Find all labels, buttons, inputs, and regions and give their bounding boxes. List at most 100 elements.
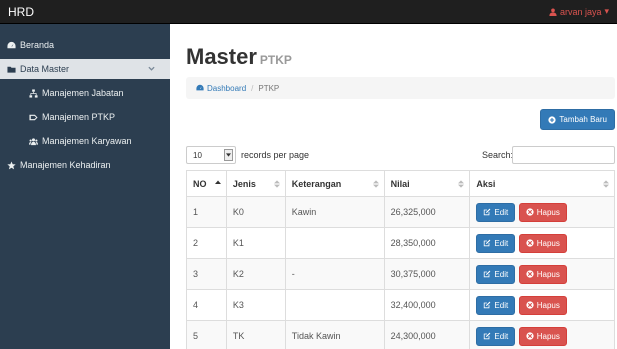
- cell-keterangan: Tidak Kawin: [284, 320, 385, 349]
- tag-icon: [28, 112, 38, 122]
- table-row: 3 K2 - 30,375,000 Edit Hapus: [186, 258, 615, 290]
- user-menu[interactable]: arvan jaya ▾: [549, 6, 609, 17]
- column-header-jenis[interactable]: Jenis: [225, 170, 286, 197]
- edit-button[interactable]: Edit: [476, 264, 516, 284]
- cell-jenis: K1: [225, 227, 286, 259]
- chevron-down-icon: [148, 64, 156, 72]
- cell-jenis: K3: [225, 289, 286, 321]
- cell-no: 2: [186, 227, 227, 259]
- edit-icon: [484, 301, 491, 309]
- breadcrumb: Dashboard / PTKP: [186, 77, 615, 99]
- cell-no: 4: [186, 289, 227, 321]
- delete-button[interactable]: Hapus: [518, 264, 567, 284]
- edit-button[interactable]: Edit: [476, 326, 516, 346]
- column-header-nilai[interactable]: Nilai: [383, 170, 471, 197]
- breadcrumb-home-link[interactable]: Dashboard: [196, 84, 246, 93]
- page-subtitle: PTKP: [259, 53, 292, 67]
- delete-button[interactable]: Hapus: [518, 326, 567, 346]
- cell-no: 1: [186, 196, 227, 228]
- sort-icon: [273, 180, 280, 188]
- edit-icon: [484, 270, 491, 278]
- table-row: 5 TK Tidak Kawin 24,300,000 Edit Hapus: [186, 320, 615, 349]
- app-brand[interactable]: HRD: [8, 5, 34, 19]
- cell-keterangan: -: [284, 258, 385, 290]
- table-row: 4 K3 32,400,000 Edit Hapus: [186, 289, 615, 321]
- breadcrumb-separator: /: [251, 83, 254, 93]
- records-per-page-label: records per page: [241, 150, 310, 160]
- column-header-keterangan[interactable]: Keterangan: [284, 170, 385, 197]
- edit-icon: [484, 208, 491, 216]
- sidebar-item-label: Manajemen Kehadiran: [20, 160, 111, 170]
- add-new-button[interactable]: Tambah Baru: [540, 109, 615, 130]
- dashboard-icon: [6, 40, 16, 50]
- times-circle-icon: [526, 270, 534, 278]
- column-header-aksi[interactable]: Aksi: [469, 170, 615, 197]
- top-navbar: HRD arvan jaya ▾: [0, 0, 617, 24]
- dashboard-icon: [196, 84, 204, 91]
- sidebar-item-ptkp[interactable]: Manajemen PTKP: [0, 107, 170, 127]
- cell-jenis: TK: [225, 320, 286, 349]
- plus-circle-icon: [548, 115, 557, 124]
- folder-icon: [6, 64, 16, 74]
- caret-down-icon: ▾: [604, 6, 609, 16]
- sidebar-item-data-master[interactable]: Data Master: [0, 59, 170, 79]
- sidebar-item-label: Data Master: [20, 64, 70, 74]
- sort-icon: [372, 180, 379, 188]
- cell-jenis: K0: [225, 196, 286, 228]
- cell-aksi: Edit Hapus: [469, 289, 615, 321]
- search-input[interactable]: [512, 146, 615, 164]
- users-icon: [28, 136, 38, 146]
- table-row: 2 K1 28,350,000 Edit Hapus: [186, 227, 615, 259]
- cell-nilai: 28,350,000: [383, 227, 471, 259]
- select-arrow-icon: [224, 149, 233, 161]
- column-header-no[interactable]: NO: [186, 170, 227, 197]
- breadcrumb-home-label: Dashboard: [207, 83, 247, 93]
- ptkp-table: NO Jenis Keterangan Nilai Aksi 1 K0 Kawi…: [186, 170, 615, 349]
- times-circle-icon: [526, 208, 534, 216]
- star-icon: [6, 160, 16, 170]
- cell-no: 5: [186, 320, 227, 349]
- add-new-label: Tambah Baru: [559, 115, 607, 124]
- times-circle-icon: [526, 239, 534, 247]
- sitemap-icon: [28, 88, 38, 98]
- delete-button[interactable]: Hapus: [518, 233, 567, 253]
- sidebar-item-label: Manajemen Karyawan: [42, 136, 132, 146]
- edit-button[interactable]: Edit: [476, 202, 516, 222]
- delete-button[interactable]: Hapus: [518, 295, 567, 315]
- sort-icon: [603, 180, 609, 188]
- cell-keterangan: [284, 227, 385, 259]
- records-per-page-value: 10: [193, 150, 202, 160]
- times-circle-icon: [526, 301, 534, 309]
- edit-button[interactable]: Edit: [476, 233, 516, 253]
- cell-nilai: 30,375,000: [383, 258, 471, 290]
- edit-icon: [484, 332, 491, 340]
- sort-icon: [458, 180, 465, 188]
- table-row: 1 K0 Kawin 26,325,000 Edit Hapus: [186, 196, 615, 228]
- cell-aksi: Edit Hapus: [469, 258, 615, 290]
- sidebar-item-karyawan[interactable]: Manajemen Karyawan: [0, 131, 170, 151]
- cell-nilai: 26,325,000: [383, 196, 471, 228]
- cell-aksi: Edit Hapus: [469, 196, 615, 228]
- cell-keterangan: [284, 289, 385, 321]
- cell-keterangan: Kawin: [284, 196, 385, 228]
- page-title: Master PTKP: [186, 44, 292, 70]
- edit-button[interactable]: Edit: [476, 295, 516, 315]
- user-icon: [549, 8, 557, 16]
- sidebar-item-label: Beranda: [20, 40, 55, 50]
- table-header-row: NO Jenis Keterangan Nilai Aksi: [186, 170, 615, 197]
- main-content: Master PTKP Dashboard / PTKP Tambah Baru …: [170, 24, 617, 349]
- cell-nilai: 24,300,000: [383, 320, 471, 349]
- sidebar-item-label: Manajemen Jabatan: [42, 88, 124, 98]
- user-name: arvan jaya: [559, 6, 602, 17]
- delete-button[interactable]: Hapus: [518, 202, 567, 222]
- breadcrumb-current: PTKP: [258, 83, 280, 93]
- sidebar: Beranda Data Master Manajemen Jabatan Ma…: [0, 24, 170, 349]
- times-circle-icon: [526, 332, 534, 340]
- sidebar-item-beranda[interactable]: Beranda: [0, 35, 170, 55]
- sidebar-item-label: Manajemen PTKP: [42, 112, 116, 122]
- sidebar-item-kehadiran[interactable]: Manajemen Kehadiran: [0, 155, 170, 175]
- search-label: Search:: [482, 150, 514, 160]
- sidebar-item-jabatan[interactable]: Manajemen Jabatan: [0, 83, 170, 103]
- records-per-page-select[interactable]: 10: [186, 146, 236, 164]
- cell-aksi: Edit Hapus: [469, 227, 615, 259]
